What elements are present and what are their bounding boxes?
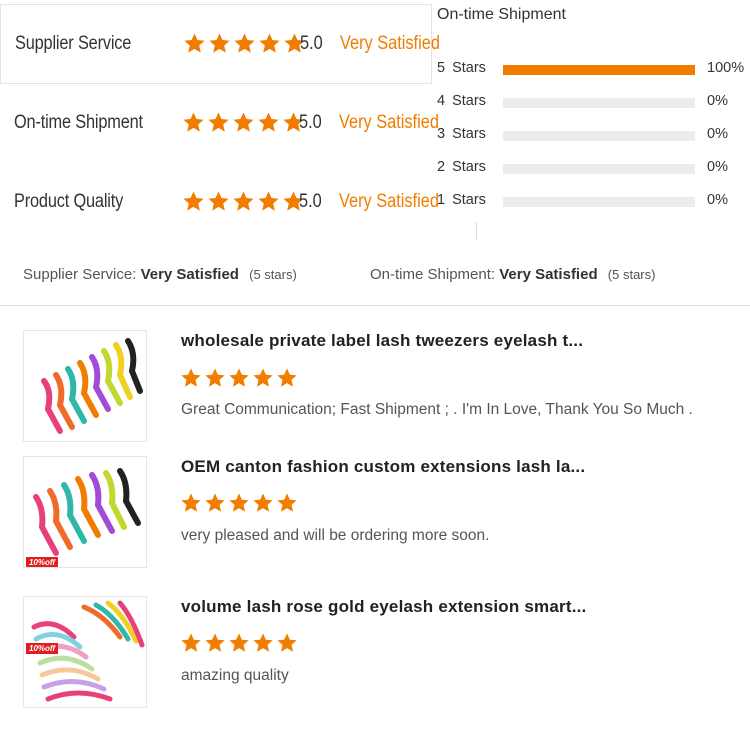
review-comment: very pleased and will be ordering more s… bbox=[181, 527, 490, 544]
star-icon bbox=[208, 112, 229, 132]
review-product-title[interactable]: wholesale private label lash tweezers ey… bbox=[181, 331, 583, 351]
star-icon bbox=[184, 33, 205, 53]
rating-row-supplier-service: Supplier Service 5.0 Very Satisfied bbox=[0, 4, 440, 84]
histogram-track bbox=[503, 164, 695, 174]
star-icon bbox=[233, 112, 254, 132]
product-thumbnail[interactable] bbox=[23, 330, 147, 442]
star-icon bbox=[181, 493, 201, 512]
rating-label: Supplier Service bbox=[15, 33, 132, 54]
star-rating bbox=[183, 32, 306, 55]
star-icon bbox=[253, 633, 273, 652]
rating-score: 5.0 bbox=[299, 112, 322, 133]
star-icon bbox=[209, 33, 230, 53]
histogram-label: 1 Stars bbox=[437, 192, 486, 208]
histogram-percent: 0% bbox=[707, 159, 728, 175]
rating-row-product-quality: Product Quality 5.0 Very Satisfied bbox=[0, 163, 439, 241]
summary-label: On-time Shipment: bbox=[370, 266, 496, 283]
summary-value: Very Satisfied bbox=[499, 266, 598, 283]
histogram-label: 2 Stars bbox=[437, 159, 486, 175]
star-icon bbox=[253, 493, 273, 512]
histogram-percent: 0% bbox=[707, 93, 728, 109]
summary-supplier-service: Supplier Service: Very Satisfied (5 star… bbox=[23, 266, 297, 283]
product-thumbnail[interactable]: 10%off bbox=[23, 596, 147, 708]
star-icon bbox=[229, 633, 249, 652]
review-comment: Great Communication; Fast Shipment ; . I… bbox=[181, 401, 693, 418]
histogram-fill bbox=[503, 65, 695, 75]
star-icon bbox=[205, 368, 225, 387]
star-icon bbox=[183, 191, 204, 211]
review-product-title[interactable]: OEM canton fashion custom extensions las… bbox=[181, 457, 585, 477]
histogram-row-5: 5 Stars 100% bbox=[437, 60, 750, 80]
rating-label: On-time Shipment bbox=[14, 112, 143, 133]
star-icon bbox=[258, 112, 279, 132]
product-thumbnail[interactable]: 10%off bbox=[23, 456, 147, 568]
tweezers-image bbox=[41, 338, 143, 434]
histogram-track bbox=[503, 98, 695, 108]
star-icon bbox=[253, 368, 273, 387]
rating-score: 5.0 bbox=[300, 33, 323, 54]
star-rating bbox=[180, 492, 298, 514]
review-comment: amazing quality bbox=[181, 667, 289, 684]
star-icon bbox=[277, 633, 297, 652]
rating-verdict: Very Satisfied bbox=[340, 33, 440, 54]
histogram-percent: 0% bbox=[707, 192, 728, 208]
star-rating bbox=[182, 111, 305, 134]
star-icon bbox=[277, 368, 297, 387]
star-icon bbox=[181, 368, 201, 387]
star-icon bbox=[233, 191, 254, 211]
star-icon bbox=[229, 493, 249, 512]
histogram-row-1: 1 Stars 0% bbox=[437, 192, 750, 212]
histogram-label: 3 Stars bbox=[437, 126, 486, 142]
histogram-label: 4 Stars bbox=[437, 93, 486, 109]
histogram-row-2: 2 Stars 0% bbox=[437, 159, 750, 179]
summary-label: Supplier Service: bbox=[23, 266, 137, 283]
histogram-track bbox=[503, 131, 695, 141]
rating-label: Product Quality bbox=[14, 191, 124, 212]
tweezers-image bbox=[33, 468, 141, 556]
star-icon bbox=[205, 633, 225, 652]
histogram-title: On-time Shipment bbox=[437, 6, 566, 23]
star-icon bbox=[183, 112, 204, 132]
discount-badge: 10%off bbox=[26, 557, 59, 567]
star-icon bbox=[277, 493, 297, 512]
divider bbox=[476, 222, 477, 240]
histogram-row-4: 4 Stars 0% bbox=[437, 93, 750, 113]
star-icon bbox=[229, 368, 249, 387]
review-product-title[interactable]: volume lash rose gold eyelash extension … bbox=[181, 597, 586, 617]
discount-badge: 10%off bbox=[26, 643, 59, 654]
histogram-track bbox=[503, 65, 695, 75]
section-divider bbox=[0, 305, 750, 306]
star-icon bbox=[205, 493, 225, 512]
rating-row-on-time-shipment: On-time Shipment 5.0 Very Satisfied bbox=[0, 84, 439, 162]
rating-score: 5.0 bbox=[299, 191, 322, 212]
star-rating bbox=[180, 632, 298, 654]
summary-value: Very Satisfied bbox=[140, 266, 239, 283]
star-icon bbox=[259, 33, 280, 53]
star-rating bbox=[180, 367, 298, 389]
star-rating bbox=[182, 190, 305, 213]
summary-stars: (5 stars) bbox=[249, 267, 297, 282]
histogram-row-3: 3 Stars 0% bbox=[437, 126, 750, 146]
star-icon bbox=[208, 191, 229, 211]
star-icon bbox=[234, 33, 255, 53]
star-icon bbox=[181, 633, 201, 652]
histogram-percent: 100% bbox=[707, 60, 745, 76]
rating-verdict: Very Satisfied bbox=[339, 112, 439, 133]
summary-on-time-shipment: On-time Shipment: Very Satisfied (5 star… bbox=[370, 266, 655, 283]
rating-verdict: Very Satisfied bbox=[339, 191, 439, 212]
histogram-label: 5 Stars bbox=[437, 60, 486, 76]
star-icon bbox=[258, 191, 279, 211]
summary-stars: (5 stars) bbox=[607, 267, 656, 282]
histogram-percent: 0% bbox=[707, 126, 728, 142]
histogram-track bbox=[503, 197, 695, 207]
